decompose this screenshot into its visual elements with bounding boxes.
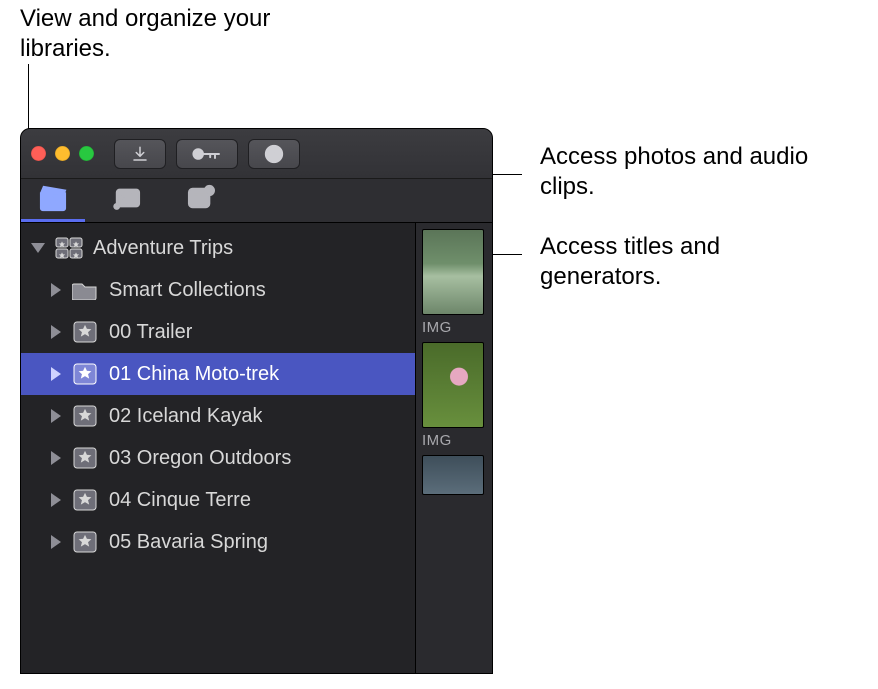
event-star-icon: [71, 360, 99, 388]
clip-thumbnail: [422, 342, 484, 428]
download-arrow-icon: [131, 145, 149, 163]
key-icon: [190, 146, 224, 162]
sidebar-item-label: Smart Collections: [109, 279, 266, 302]
sidebar-item-label: 04 Cinque Terre: [109, 489, 251, 512]
clip-item[interactable]: IMG: [422, 229, 492, 336]
sidebar-item-event[interactable]: 02 Iceland Kayak: [21, 395, 415, 437]
sidebar-item-label: 02 Iceland Kayak: [109, 405, 262, 428]
sidebar-tabstrip: [21, 179, 492, 223]
clip-item[interactable]: IMG: [422, 342, 492, 449]
sidebar-item-label: 01 China Moto-trek: [109, 363, 279, 386]
disclosure-triangle-icon[interactable]: [51, 493, 61, 507]
callout-media: Access photos and audio clips.: [540, 142, 820, 202]
sidebar-item-event[interactable]: 04 Cinque Terre: [21, 479, 415, 521]
disclosure-triangle-icon[interactable]: [51, 283, 61, 297]
import-button[interactable]: [114, 139, 166, 169]
library-name: Adventure Trips: [93, 237, 233, 260]
clip-browser: IMG IMG: [416, 223, 492, 673]
clip-item[interactable]: [422, 455, 492, 495]
window-zoom-button[interactable]: [79, 146, 94, 161]
app-window: Adventure Trips Smart Collections 00 Tra: [20, 128, 493, 674]
event-star-icon: [71, 318, 99, 346]
disclosure-triangle-icon[interactable]: [51, 409, 61, 423]
tab-titles-generators[interactable]: [177, 181, 225, 221]
library-icon: [55, 234, 83, 262]
library-row[interactable]: Adventure Trips: [21, 227, 415, 269]
event-star-icon: [71, 444, 99, 472]
event-star-icon: [71, 528, 99, 556]
tab-active-indicator: [21, 219, 85, 222]
background-tasks-button[interactable]: [248, 139, 300, 169]
tab-photos-audio[interactable]: [103, 181, 151, 221]
sidebar-item-label: 00 Trailer: [109, 321, 192, 344]
sidebar-item-smart-collections[interactable]: Smart Collections: [21, 269, 415, 311]
checkmark-circle-icon: [263, 143, 285, 165]
callout-titles: Access titles and generators.: [540, 232, 800, 292]
disclosure-triangle-icon[interactable]: [51, 325, 61, 339]
title-t-icon: [186, 184, 216, 212]
window-titlebar: [21, 129, 492, 179]
window-traffic-lights: [31, 146, 104, 161]
keyword-editor-button[interactable]: [176, 139, 238, 169]
clip-label: IMG: [422, 319, 492, 336]
libraries-sidebar: Adventure Trips Smart Collections 00 Tra: [21, 223, 416, 673]
disclosure-triangle-icon[interactable]: [51, 367, 61, 381]
disclosure-triangle-icon[interactable]: [31, 243, 45, 253]
clapboard-star-icon: [38, 184, 68, 212]
window-close-button[interactable]: [31, 146, 46, 161]
sidebar-item-label: 05 Bavaria Spring: [109, 531, 268, 554]
clip-label: IMG: [422, 432, 492, 449]
sidebar-item-event[interactable]: 03 Oregon Outdoors: [21, 437, 415, 479]
folder-icon: [71, 276, 99, 304]
event-star-icon: [71, 402, 99, 430]
sidebar-item-event[interactable]: 01 China Moto-trek: [21, 353, 415, 395]
sidebar-item-event[interactable]: 05 Bavaria Spring: [21, 521, 415, 563]
sidebar-item-event[interactable]: 00 Trailer: [21, 311, 415, 353]
callout-libraries: View and organize your libraries.: [20, 4, 280, 64]
tab-libraries[interactable]: [29, 181, 77, 221]
sidebar-item-label: 03 Oregon Outdoors: [109, 447, 291, 470]
disclosure-triangle-icon[interactable]: [51, 535, 61, 549]
camera-music-icon: [111, 184, 143, 212]
clip-thumbnail: [422, 455, 484, 495]
disclosure-triangle-icon[interactable]: [51, 451, 61, 465]
window-minimize-button[interactable]: [55, 146, 70, 161]
clip-thumbnail: [422, 229, 484, 315]
event-star-icon: [71, 486, 99, 514]
